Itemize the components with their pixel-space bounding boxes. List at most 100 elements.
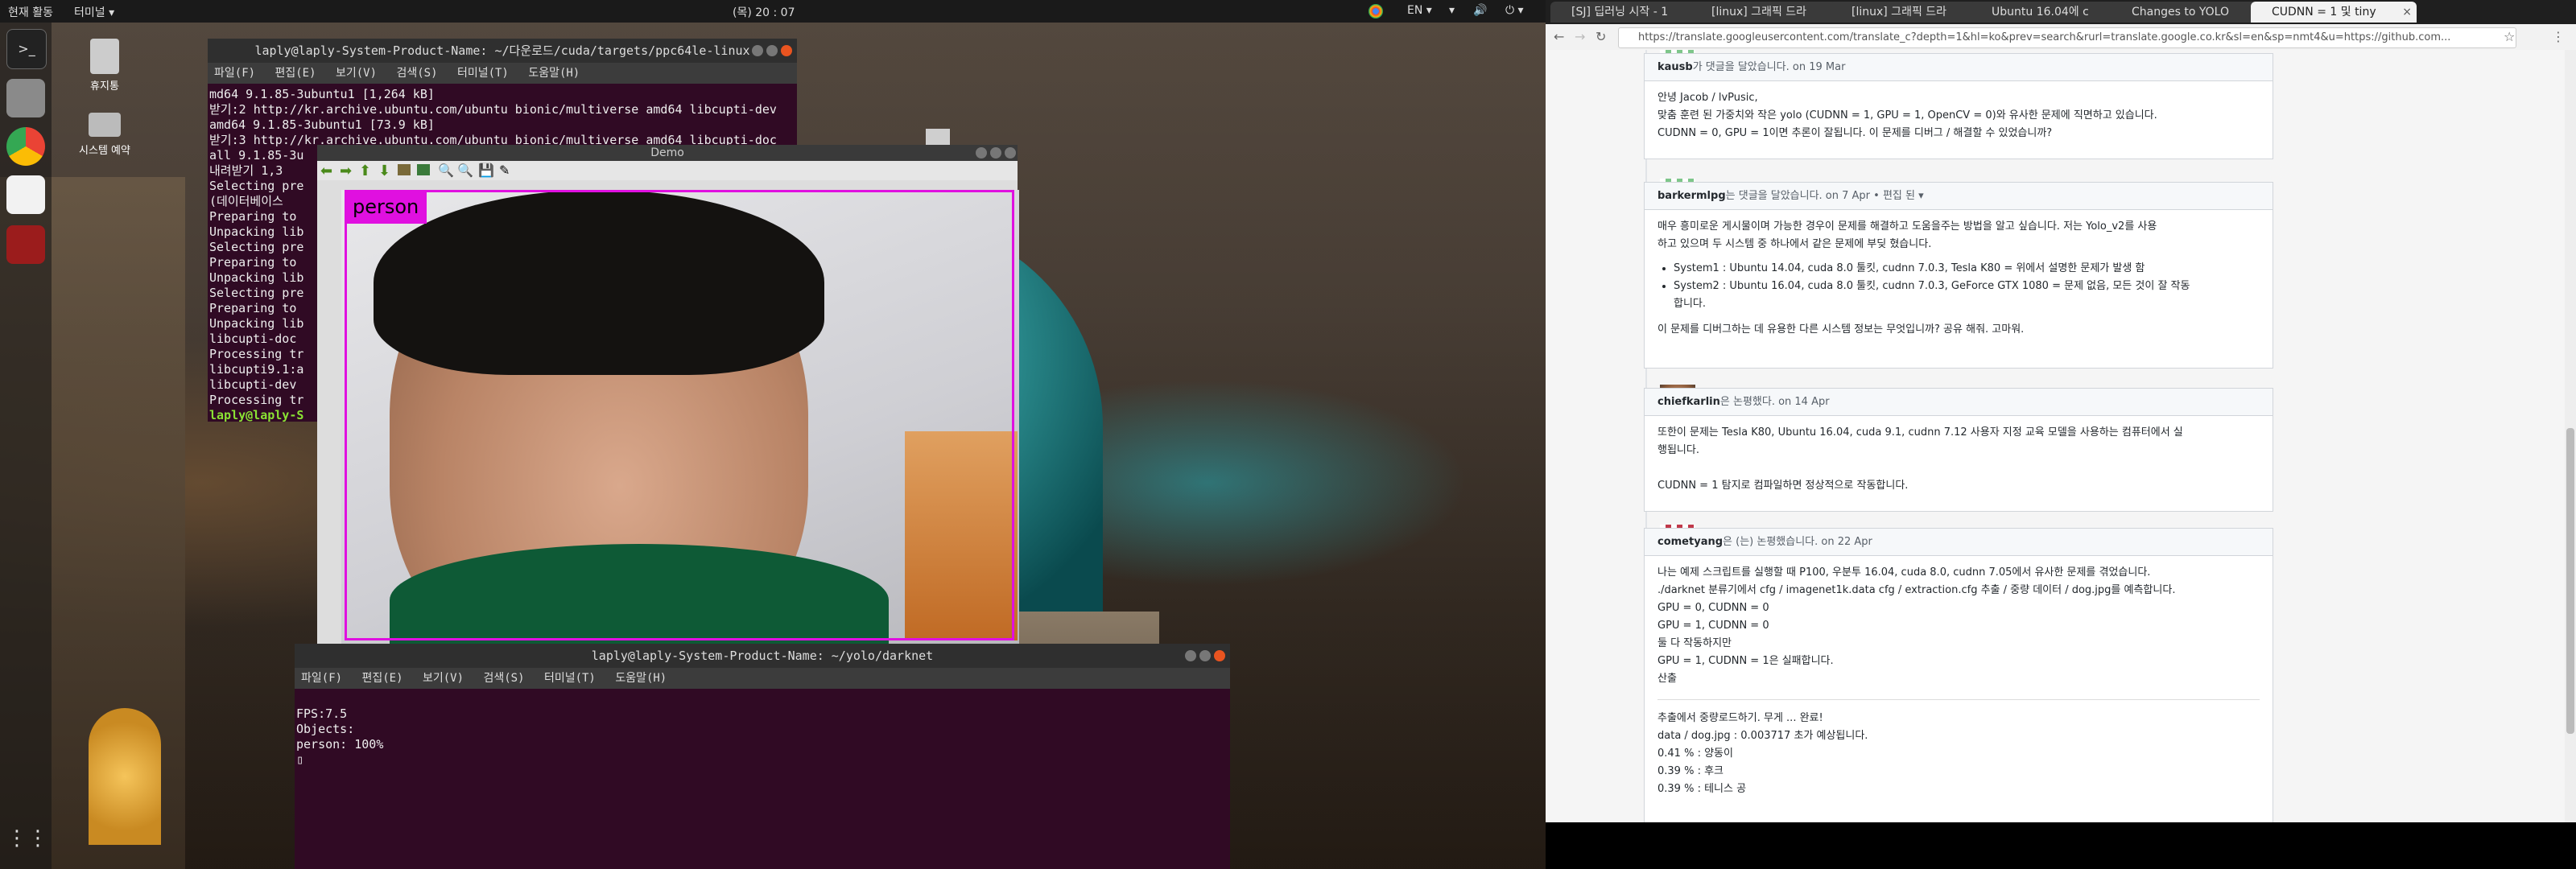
demo-close-button[interactable] [1005, 147, 1016, 159]
detection-bounding-box [345, 190, 1014, 640]
save-icon[interactable]: 💾 [478, 163, 494, 178]
zoom-out-icon[interactable]: 🔍 [457, 163, 473, 178]
files-dock-icon[interactable] [6, 79, 45, 117]
menu-help[interactable]: 도움말(H) [528, 67, 580, 80]
network-icon[interactable]: ▾ [1449, 4, 1455, 17]
forward-icon[interactable]: → [1575, 29, 1585, 44]
settings-icon[interactable]: ✎ [499, 163, 510, 178]
demo-window[interactable]: Demo ⬅ ➡ ⬆ ⬇ 🔍 🔍 💾 ✎ person [317, 145, 1019, 644]
terminal-window-2[interactable]: laply@laply-System-Product-Name: ~/yolo/… [295, 644, 1230, 869]
language-indicator[interactable]: EN ▾ [1407, 4, 1432, 17]
home-icon[interactable] [398, 164, 411, 175]
comment-body: 안녕 Jacob / lvPusic, 맞춤 훈련 된 가중치와 작은 yolo… [1644, 80, 2273, 159]
term-line: FPS:7.5 [296, 706, 348, 721]
menu-search[interactable]: 검색(S) [483, 672, 524, 685]
comment-text: 산출 [1657, 673, 1677, 685]
comment-author[interactable]: kausb [1657, 61, 1693, 73]
up-arrow-icon[interactable]: ⬆ [359, 163, 371, 179]
terminal-2-titlebar[interactable]: laply@laply-System-Product-Name: ~/yolo/… [295, 644, 1230, 668]
tab-2[interactable]: [linux] 그래픽 드라× [1690, 2, 1848, 23]
terminal-dock-icon[interactable]: >_ [6, 29, 47, 69]
comment-author[interactable]: chiefkarlin [1657, 396, 1720, 408]
comment-meta: 은 논평했다. on 14 Apr [1719, 396, 1830, 408]
scrollbar-thumb[interactable] [2566, 428, 2574, 734]
term-line: amd64 9.1.85-3ubuntu1 [73.9 kB] [209, 117, 435, 132]
comment-text: 행됩니다. [1657, 444, 1699, 456]
output-line: 추출에서 중량로드하기. 무게 ... 완료! [1657, 712, 1823, 724]
system-reserved-desktop-icon[interactable]: 시스템 예약 [68, 113, 141, 157]
app-menu[interactable]: 터미널 ▾ [74, 4, 114, 20]
back-icon[interactable]: ← [1554, 29, 1564, 44]
terminal-2-title: laply@laply-System-Product-Name: ~/yolo/… [591, 649, 934, 663]
text-editor-dock-icon[interactable] [6, 175, 45, 214]
chrome-dock-icon[interactable] [6, 127, 45, 166]
comment-text: 맞춤 훈련 된 가중치와 작은 yolo (CUDNN = 1, GPU = 1… [1657, 109, 2157, 121]
zoom-in-icon[interactable]: 🔍 [438, 163, 454, 178]
close-button[interactable] [781, 45, 792, 56]
output-line: 0.39 % : 테니스 공 [1657, 783, 1747, 795]
menu-search[interactable]: 검색(S) [396, 67, 437, 80]
close-tab-icon[interactable]: × [2402, 2, 2412, 23]
menu-icon[interactable]: ⋮ [2552, 29, 2565, 44]
close-button[interactable] [1214, 650, 1225, 661]
tab-label: [linux] 그래픽 드라 [1711, 6, 1807, 19]
menu-edit[interactable]: 편집(E) [361, 672, 402, 685]
comment-text: 또한이 문제는 Tesla K80, Ubuntu 16.04, cuda 9.… [1657, 426, 2183, 439]
comment-author[interactable]: barkermlpg [1657, 190, 1726, 202]
comment-header: chiefkarlin은 논평했다. on 14 Apr [1644, 388, 2273, 416]
term-line: person: 100% [296, 737, 384, 752]
down-arrow-icon[interactable]: ⬇ [378, 163, 390, 179]
output-line: 0.41 % : 양동이 [1657, 748, 1733, 760]
drive-icon [89, 113, 121, 137]
comment-text: GPU = 0, CUDNN = 0 [1657, 602, 1769, 614]
activities-button[interactable]: 현재 활동 [8, 4, 53, 20]
comment-author[interactable]: cometyang [1657, 536, 1723, 548]
menu-terminal[interactable]: 터미널(T) [457, 67, 509, 80]
tab-3[interactable]: [linux] 그래픽 드라× [1831, 2, 1988, 23]
back-arrow-icon[interactable]: ⬅ [320, 163, 332, 179]
terminal-1-titlebar[interactable]: laply@laply-System-Product-Name: ~/다운로드/… [208, 39, 797, 63]
menu-file[interactable]: 파일(F) [301, 672, 342, 685]
scrollbar[interactable] [2565, 50, 2576, 822]
menu-view[interactable]: 보기(V) [423, 672, 464, 685]
app-dock-icon[interactable] [6, 225, 45, 264]
maximize-button[interactable] [1199, 650, 1211, 661]
terminal-2-output[interactable]: FPS:7.5 Objects: person: 100% ▯ [295, 689, 1230, 768]
tab-label: Ubuntu 16.04에 c [1992, 6, 2089, 19]
tab-4[interactable]: Ubuntu 16.04에 c× [1971, 2, 2128, 23]
clock[interactable]: (목) 20 : 07 [733, 4, 795, 20]
menu-terminal[interactable]: 터미널(T) [544, 672, 596, 685]
menu-file[interactable]: 파일(F) [214, 67, 255, 80]
forward-arrow-icon[interactable]: ➡ [340, 163, 352, 179]
menu-edit[interactable]: 편집(E) [275, 67, 316, 80]
trash-desktop-icon[interactable]: 휴지통 [68, 39, 141, 93]
menu-help[interactable]: 도움말(H) [615, 672, 667, 685]
terminal-1-menubar: 파일(F) 편집(E) 보기(V) 검색(S) 터미널(T) 도움말(H) [208, 63, 797, 84]
tab-6-active[interactable]: CUDNN = 1 및 tiny × [2251, 2, 2417, 23]
minimize-button[interactable] [752, 45, 763, 56]
menu-view[interactable]: 보기(V) [336, 67, 377, 80]
comment-meta: 가 댓글을 달았습니다. on 19 Mar [1692, 61, 1846, 73]
power-icon[interactable]: ⏻ ▾ [1505, 4, 1524, 17]
address-toolbar: ← → ↻ https://translate.googleuserconten… [1546, 24, 2576, 51]
address-bar[interactable]: https://translate.googleusercontent.com/… [1618, 27, 2516, 48]
dock: >_ ⋮⋮ [0, 23, 52, 869]
volume-icon[interactable]: 🔊 [1473, 4, 1487, 17]
demo-title: Demo [650, 146, 684, 159]
minimize-button[interactable] [1185, 650, 1196, 661]
demo-titlebar[interactable]: Demo [317, 145, 1018, 161]
bookmark-star-icon[interactable]: ☆ [2504, 29, 2515, 44]
comment-text [1657, 459, 2260, 477]
tab-1[interactable]: [SJ] 딥러닝 시작 - 1× [1550, 2, 1708, 23]
tab-5[interactable]: Changes to YOLO× [2111, 2, 2268, 23]
pan-icon[interactable] [417, 164, 430, 175]
demo-minimize-button[interactable] [976, 147, 987, 159]
term-line: 받기:2 http://kr.archive.ubuntu.com/ubuntu… [209, 102, 777, 117]
demo-maximize-button[interactable] [990, 147, 1001, 159]
terminal-1-title: laply@laply-System-Product-Name: ~/다운로드/… [254, 43, 750, 58]
show-apps-icon[interactable]: ⋮⋮ [6, 819, 48, 858]
chrome-tray-icon[interactable] [1368, 4, 1383, 19]
maximize-button[interactable] [766, 45, 778, 56]
reload-icon[interactable]: ↻ [1596, 29, 1606, 44]
comment-text: GPU = 1, CUDNN = 0 [1657, 620, 1769, 632]
